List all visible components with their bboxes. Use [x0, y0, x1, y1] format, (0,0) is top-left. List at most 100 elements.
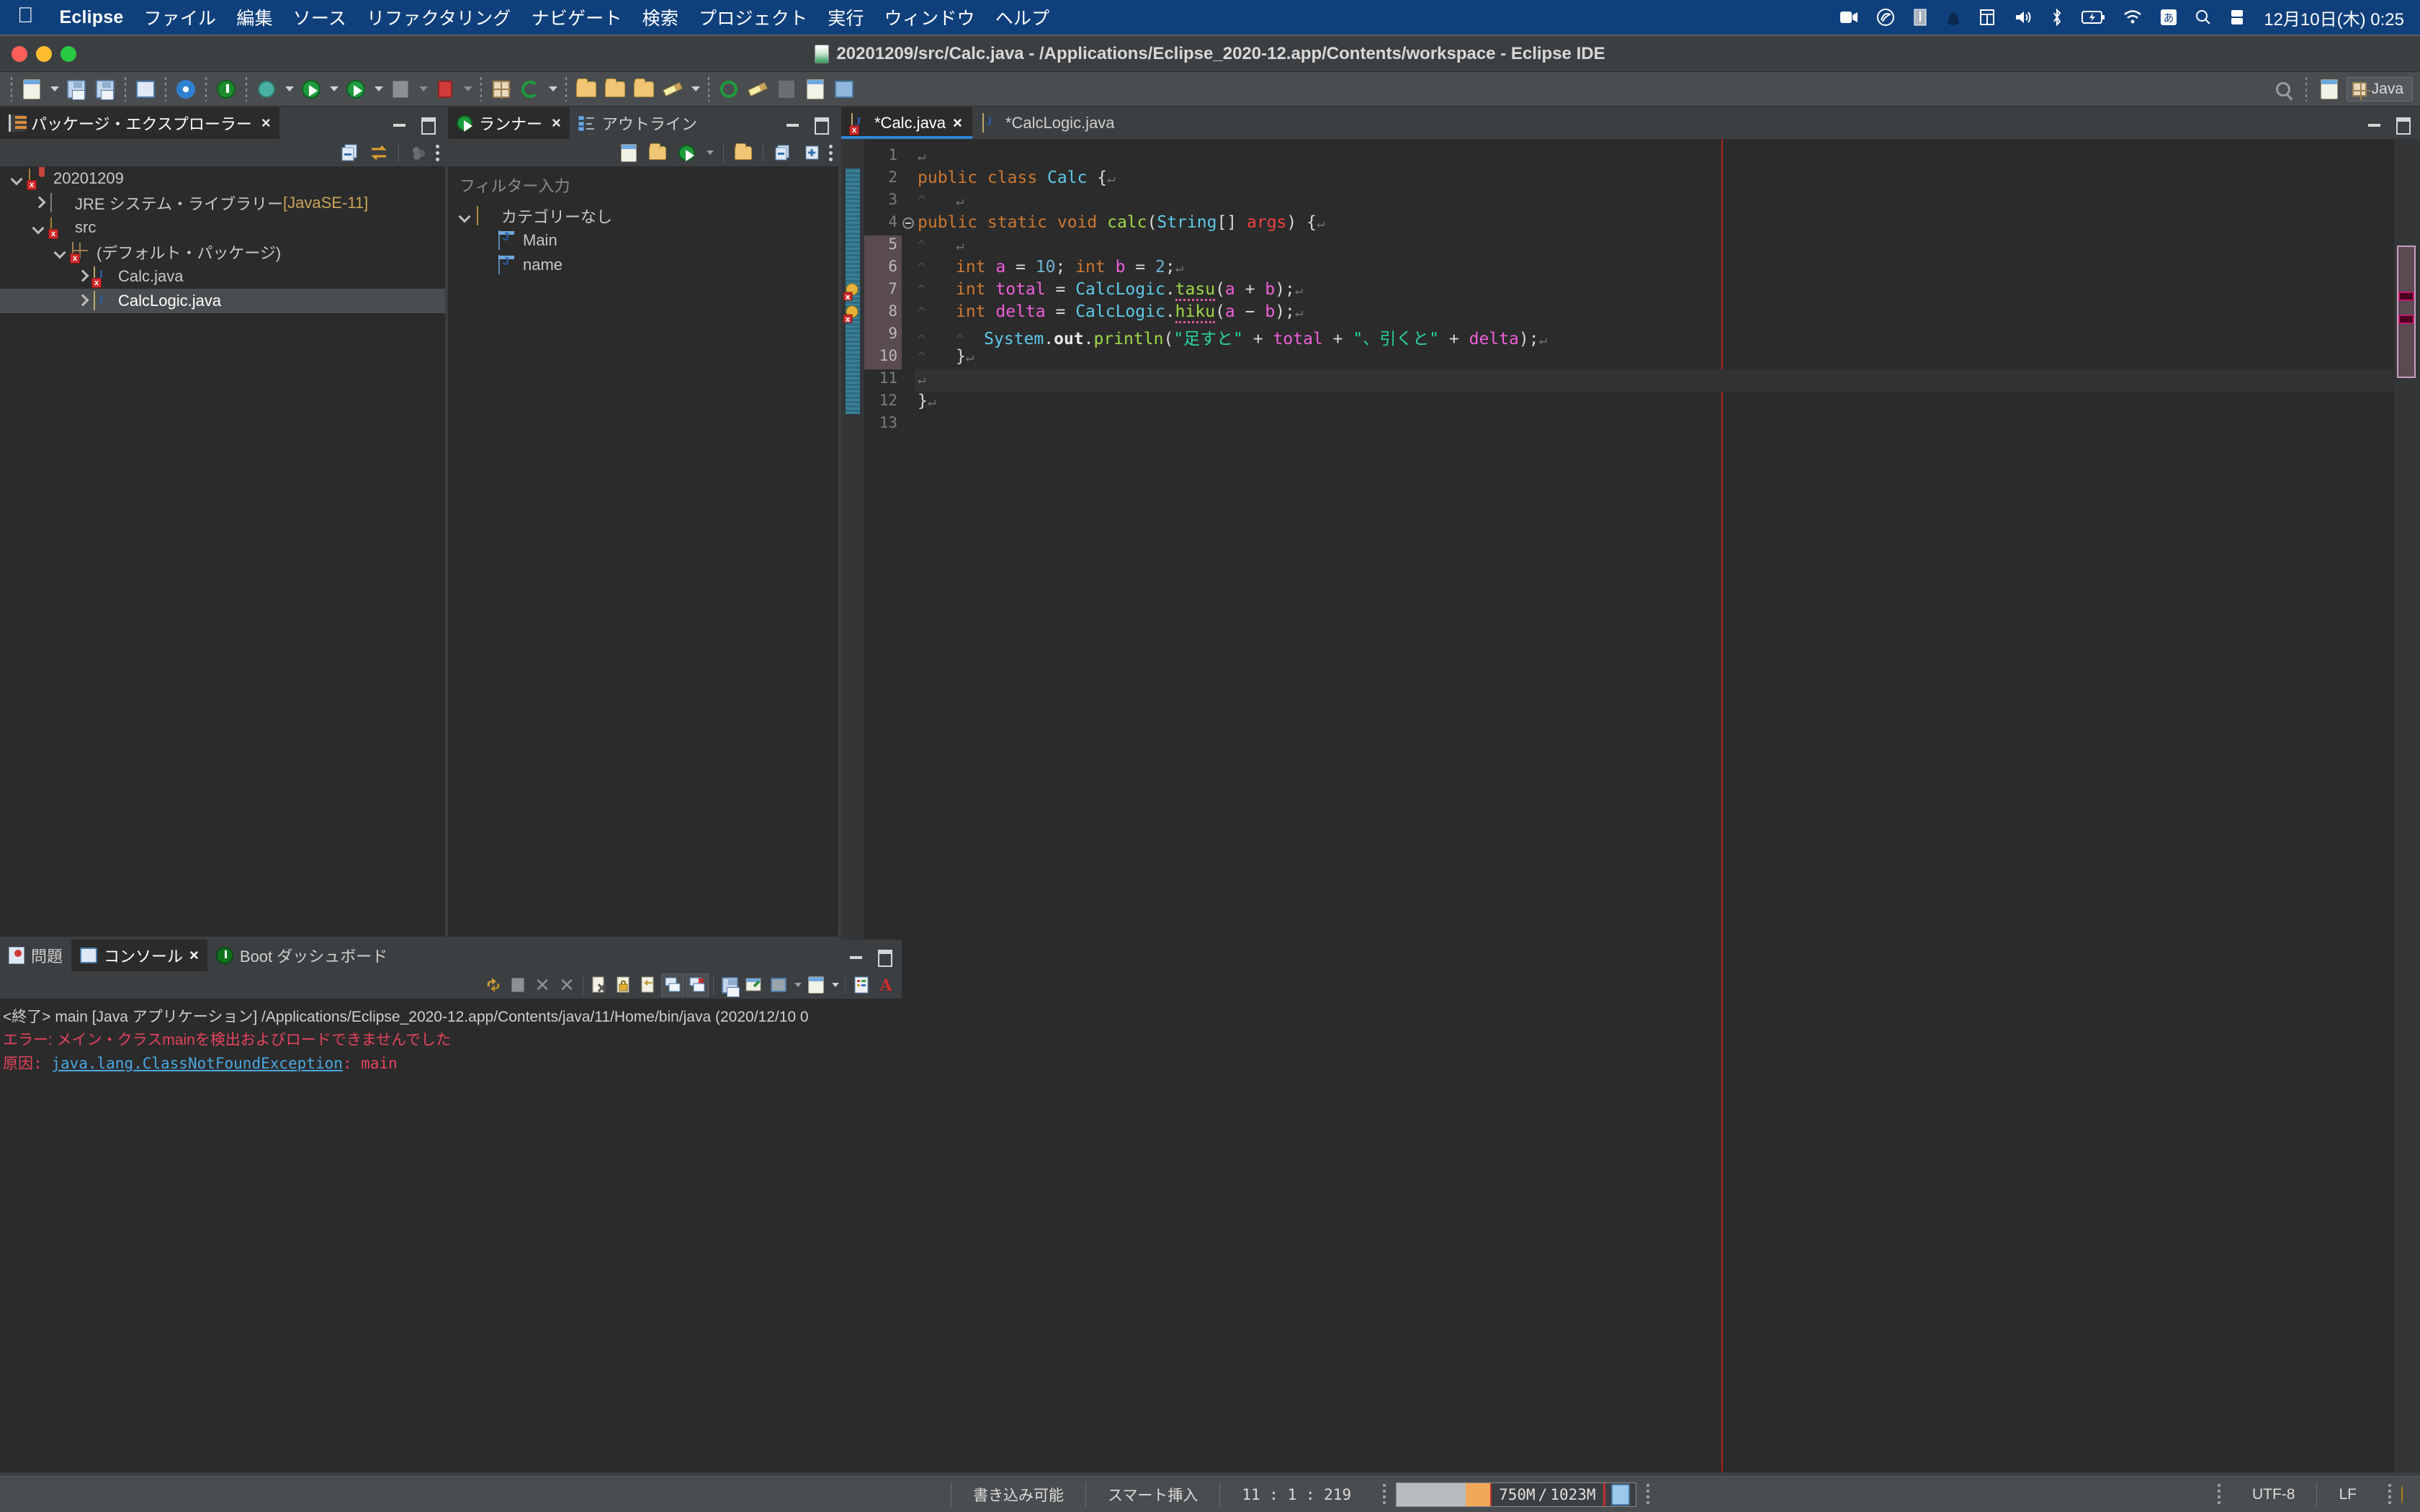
code-line[interactable]: ^ int delta = CalcLogic.hiku(a − b);↵ — [918, 302, 1303, 323]
minimize-icon[interactable] — [2367, 115, 2383, 131]
stop-red-run-icon[interactable] — [431, 75, 460, 104]
new-wizard-dropdown-icon[interactable] — [46, 75, 62, 104]
close-icon[interactable]: × — [552, 114, 561, 132]
view-menu-icon[interactable] — [828, 143, 833, 162]
run-dropdown-icon[interactable] — [703, 141, 716, 164]
terminate-grey-icon[interactable] — [506, 973, 529, 996]
chevron-down-icon[interactable] — [10, 171, 24, 186]
status-drag-handle[interactable] — [2388, 1483, 2391, 1506]
tab-package-explorer[interactable]: パッケージ・エクスプローラー × — [0, 107, 279, 139]
overview-error-marker[interactable] — [2398, 315, 2414, 324]
terminate-power-icon[interactable] — [212, 75, 241, 104]
close-icon[interactable]: × — [953, 114, 962, 132]
new-java-package-icon[interactable] — [487, 75, 516, 104]
stop-grey-dropdown-icon[interactable] — [415, 75, 431, 104]
menu-source[interactable]: ソース — [283, 4, 357, 30]
chevron-down-icon[interactable] — [32, 220, 46, 235]
new-folder-icon[interactable] — [731, 141, 756, 164]
relaunch-icon[interactable] — [482, 973, 505, 996]
new-runner-icon[interactable] — [617, 141, 641, 164]
skip-breakpoints-icon[interactable] — [743, 75, 772, 104]
runner-filter-placeholder[interactable]: フィルター入力 — [448, 166, 838, 204]
open-type-icon[interactable] — [572, 75, 601, 104]
tree-item[interactable]: name — [448, 253, 838, 277]
close-window-button[interactable] — [12, 46, 27, 62]
link-with-editor-icon[interactable] — [367, 141, 391, 164]
tree-item[interactable]: Main — [448, 228, 838, 253]
show-console-on-output-icon[interactable] — [661, 973, 684, 996]
quick-tip-bulb-icon[interactable] — [2401, 1485, 2420, 1503]
tree-item[interactable]: CalcLogic.java — [0, 289, 445, 313]
last-edit-icon[interactable] — [772, 75, 801, 104]
status-drag-handle[interactable] — [1383, 1483, 1386, 1506]
maximize-icon[interactable] — [876, 948, 892, 967]
tab-calc-java[interactable]: x *Calc.java × — [841, 107, 972, 139]
menu-run[interactable]: 実行 — [817, 4, 874, 30]
nvidia-icon[interactable] — [1868, 9, 1904, 26]
wifi-icon[interactable] — [2114, 10, 2151, 24]
garbage-collect-icon[interactable] — [1610, 1483, 1630, 1506]
menu-search[interactable]: 検索 — [632, 4, 689, 30]
overview-error-marker[interactable] — [2398, 292, 2414, 301]
code-line[interactable]: public class Calc {↵ — [918, 168, 1116, 187]
lock-scroll-icon[interactable] — [612, 973, 635, 996]
open-perspective-icon[interactable] — [2315, 75, 2344, 104]
save-console-icon[interactable] — [718, 973, 741, 997]
code-line[interactable]: ^ ^ System.out.println("足すと" + total + "… — [918, 325, 1547, 349]
code-line[interactable]: ↵ — [918, 369, 926, 388]
tree-item[interactable]: x src — [0, 215, 445, 240]
editor-code-area[interactable]: ↵ public class Calc {↵ ^ ↵ public static vo… — [915, 139, 2394, 1472]
display-console-dropdown-icon[interactable] — [792, 973, 803, 996]
maximize-icon[interactable] — [812, 115, 829, 135]
view-menu-icon[interactable] — [435, 143, 439, 162]
maximize-icon[interactable] — [2394, 115, 2411, 135]
word-wrap-icon[interactable] — [637, 973, 660, 996]
console-view-icon[interactable] — [131, 75, 160, 104]
tab-problems[interactable]: 問題 — [0, 940, 71, 971]
tree-item[interactable]: x 20201209 — [0, 166, 445, 191]
editor-folding-gutter[interactable] — [902, 139, 915, 1472]
menu-project[interactable]: プロジェクト — [689, 4, 817, 30]
screen-recording-icon[interactable] — [1830, 9, 1868, 25]
status-drag-handle[interactable] — [2217, 1483, 2220, 1506]
coverage-icon[interactable] — [341, 75, 370, 104]
tree-item[interactable]: JRE システム・ライブラリー [JavaSE-11] — [0, 191, 445, 215]
chevron-right-icon[interactable] — [75, 294, 89, 308]
exception-link[interactable]: java.lang.ClassNotFoundException — [51, 1055, 343, 1072]
runner-tree-body[interactable]: フィルター入力 カテゴリーなし Main name — [448, 166, 838, 937]
run-icon[interactable] — [674, 141, 699, 164]
menu-window[interactable]: ウィンドウ — [874, 4, 985, 30]
code-line[interactable]: ^ ↵ — [918, 191, 964, 210]
expand-all-icon[interactable] — [799, 141, 824, 164]
save-icon[interactable] — [62, 75, 91, 104]
stop-grey-icon[interactable] — [386, 75, 415, 104]
tree-item[interactable]: x (デフォルト・パッケージ) — [0, 240, 445, 264]
debug-dropdown-icon[interactable] — [281, 75, 297, 104]
tab-outline[interactable]: アウトライン — [570, 107, 706, 139]
tab-runner[interactable]: ランナー × — [448, 107, 570, 139]
clear-console-icon[interactable] — [588, 973, 611, 996]
status-encoding[interactable]: UTF-8 — [2231, 1486, 2317, 1503]
bluetooth-icon[interactable] — [2042, 9, 2072, 26]
save-all-icon[interactable] — [91, 75, 120, 104]
apple-logo-icon[interactable]:  — [0, 5, 50, 27]
code-line[interactable]: public static void calc(String[] args) {… — [918, 213, 1325, 232]
search-icon[interactable] — [2269, 75, 2298, 104]
close-icon[interactable]: × — [261, 114, 271, 132]
open-console-dropdown-icon[interactable] — [829, 973, 841, 996]
debug-icon[interactable] — [252, 75, 281, 104]
build-settings-icon[interactable] — [171, 75, 200, 104]
code-line[interactable]: ^ }↵ — [918, 347, 974, 366]
package-explorer-tree[interactable]: x 20201209 JRE システム・ライブラリー [JavaSE-11] x src… — [0, 166, 445, 937]
new-class-dropdown-icon[interactable] — [544, 75, 560, 104]
chevron-right-icon[interactable] — [75, 269, 89, 284]
run-icon[interactable] — [297, 75, 326, 104]
window-manager-icon[interactable] — [1970, 9, 2004, 26]
chevron-down-icon[interactable] — [53, 245, 68, 259]
view-menu-icon[interactable] — [850, 973, 873, 996]
control-center-icon[interactable] — [2220, 9, 2254, 25]
menu-bar-clock[interactable]: 12月10日(木) 0:25 — [2254, 5, 2404, 30]
status-line-delimiter[interactable]: LF — [2317, 1486, 2378, 1503]
error-marker-icon[interactable]: x — [843, 282, 861, 302]
chevron-right-icon[interactable] — [32, 196, 46, 210]
